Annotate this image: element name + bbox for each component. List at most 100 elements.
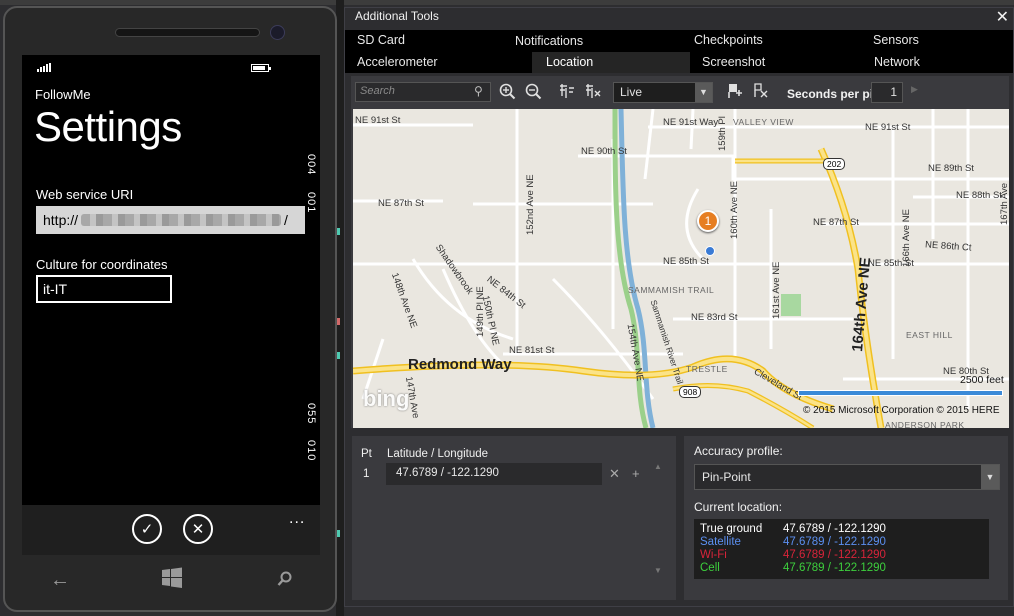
zoom-out-icon[interactable]: [523, 82, 543, 102]
street-label: 160th Ave NE: [729, 181, 740, 239]
location-value: 47.6789 / -122.1290: [783, 549, 886, 561]
accuracy-profile-select[interactable]: Pin-Point ▼: [694, 464, 1000, 490]
seconds-per-pin-input[interactable]: 1: [871, 82, 903, 103]
tab-sd-card[interactable]: SD Card: [357, 30, 405, 51]
street-label: 159th Pl: [717, 116, 728, 151]
clear-pins-icon[interactable]: [583, 82, 603, 102]
uri-value-tail: /: [284, 212, 288, 228]
accuracy-panel: Accuracy profile: Pin-Point ▼ Current lo…: [684, 436, 1008, 600]
column-header-latlng: Latitude / Longitude: [387, 448, 489, 460]
tab-network[interactable]: Network: [874, 52, 920, 73]
tab-screenshot[interactable]: Screenshot: [702, 52, 765, 73]
accuracy-profile-label: Accuracy profile:: [694, 444, 783, 458]
hardware-buttons: ←: [22, 555, 320, 605]
tab-accelerometer[interactable]: Accelerometer: [357, 52, 438, 73]
area-label: SAMMAMISH TRAIL: [628, 285, 715, 295]
app-name: FollowMe: [35, 87, 91, 102]
phone-speaker: [115, 28, 260, 37]
side-tick: 001: [305, 192, 317, 214]
side-tick: 010: [305, 440, 317, 462]
area-label: TRESTLE: [686, 364, 728, 374]
map-pin[interactable]: 1: [697, 210, 719, 232]
map-copyright: © 2015 Microsoft Corporation © 2015 HERE: [803, 405, 1000, 416]
zoom-in-icon[interactable]: [497, 82, 517, 102]
search-input[interactable]: Search ⚲: [355, 82, 491, 102]
street-label: 167th Ave: [999, 182, 1009, 225]
uri-label: Web service URI: [36, 187, 134, 202]
street-label: NE 87th St: [378, 198, 424, 209]
windows-start-icon[interactable]: [161, 567, 183, 595]
add-pins-icon[interactable]: [557, 82, 577, 102]
location-value: 47.6789 / -122.1290: [783, 536, 886, 548]
culture-input[interactable]: it-IT: [36, 275, 172, 303]
app-bar: ✓ ✕ ...: [22, 505, 320, 555]
map-view[interactable]: NE 91st St NE 91st Way NE 91st St NE 90t…: [353, 109, 1009, 428]
search-placeholder: Search: [360, 85, 395, 97]
ide-marker: [337, 228, 340, 235]
tab-bar: SD Card Notifications Checkpoints Sensor…: [345, 30, 1013, 73]
remove-pin-icon[interactable]: [751, 82, 771, 102]
emulator-screen: FollowMe Settings Web service URI http:/…: [0, 0, 1014, 616]
camera-icon: [270, 25, 285, 40]
cancel-button[interactable]: ✕: [183, 514, 213, 544]
current-location-table: True ground 47.6789 / -122.1290 Satellit…: [694, 519, 989, 579]
map-panel: Search ⚲ Live ▼ Seconds per pin: 1 ▶ NE …: [351, 76, 1009, 428]
uri-input[interactable]: http:// /: [36, 206, 305, 234]
bing-logo: bing: [363, 386, 410, 411]
search-icon[interactable]: [277, 571, 293, 592]
signal-icon: [37, 63, 51, 72]
pins-scrollbar[interactable]: ▲ ▼: [652, 462, 666, 578]
location-row: Cell 47.6789 / -122.1290: [697, 562, 986, 575]
area-label: VALLEY VIEW: [733, 117, 794, 127]
tab-location[interactable]: Location: [532, 52, 690, 73]
pin-row-number: 1: [363, 468, 370, 480]
side-tick: 055: [305, 403, 317, 425]
scroll-up-icon[interactable]: ▲: [654, 462, 662, 471]
close-button[interactable]: ✕: [996, 7, 1009, 27]
delete-pin-icon[interactable]: ✕: [609, 466, 620, 482]
uri-blurred-text: [81, 214, 282, 226]
street-label: NE 91st St: [355, 115, 401, 126]
ide-marker: [337, 352, 340, 359]
phone-frame: FollowMe Settings Web service URI http:/…: [3, 6, 337, 612]
street-label: NE 85th St: [663, 256, 709, 267]
search-icon[interactable]: ⚲: [474, 84, 483, 98]
seconds-per-pin-label: Seconds per pin:: [787, 87, 885, 101]
chevron-down-icon: ▼: [981, 465, 999, 489]
street-label: NE 91st Way: [663, 117, 719, 128]
route-shield: 908: [679, 386, 702, 398]
column-header-pt: Pt: [361, 448, 372, 460]
location-row: Wi-Fi 47.6789 / -122.1290: [697, 549, 986, 562]
culture-label: Culture for coordinates: [36, 257, 168, 272]
scale-label: 2500 feet: [960, 374, 1004, 386]
play-icon[interactable]: ▶: [911, 84, 918, 95]
location-source: Cell: [700, 562, 720, 574]
tab-sensors[interactable]: Sensors: [873, 30, 919, 51]
location-row: Satellite 47.6789 / -122.1290: [697, 536, 986, 549]
street-label: NE 90th St: [581, 146, 627, 157]
location-source: Satellite: [700, 536, 741, 548]
street-label: NE 88th St: [956, 190, 1002, 201]
location-source: True ground: [700, 523, 763, 535]
ide-menu-strip: [0, 0, 1014, 5]
location-row: True ground 47.6789 / -122.1290: [697, 523, 986, 536]
pin-row-latlng[interactable]: 47.6789 / -122.1290: [386, 463, 602, 485]
accuracy-profile-value: Pin-Point: [702, 470, 751, 484]
street-label: 166th Ave NE: [901, 209, 912, 267]
mode-select[interactable]: Live ▼: [613, 82, 713, 103]
more-button[interactable]: ...: [289, 510, 305, 528]
current-location-label: Current location:: [694, 500, 783, 514]
back-icon[interactable]: ←: [50, 569, 70, 592]
scroll-down-icon[interactable]: ▼: [654, 566, 662, 575]
area-label: ANDERSON PARK: [885, 420, 965, 428]
route-shield: 202: [823, 158, 846, 170]
pin-mode-icon[interactable]: [725, 82, 745, 102]
battery-icon: [251, 64, 271, 72]
location-value: 47.6789 / -122.1290: [783, 562, 886, 574]
tab-checkpoints[interactable]: Checkpoints: [694, 30, 763, 51]
save-button[interactable]: ✓: [132, 514, 162, 544]
location-source: Wi-Fi: [700, 549, 727, 561]
insert-pin-icon[interactable]: +: [632, 466, 640, 481]
tab-notifications[interactable]: Notifications: [515, 31, 583, 52]
chevron-down-icon: ▼: [695, 83, 712, 102]
